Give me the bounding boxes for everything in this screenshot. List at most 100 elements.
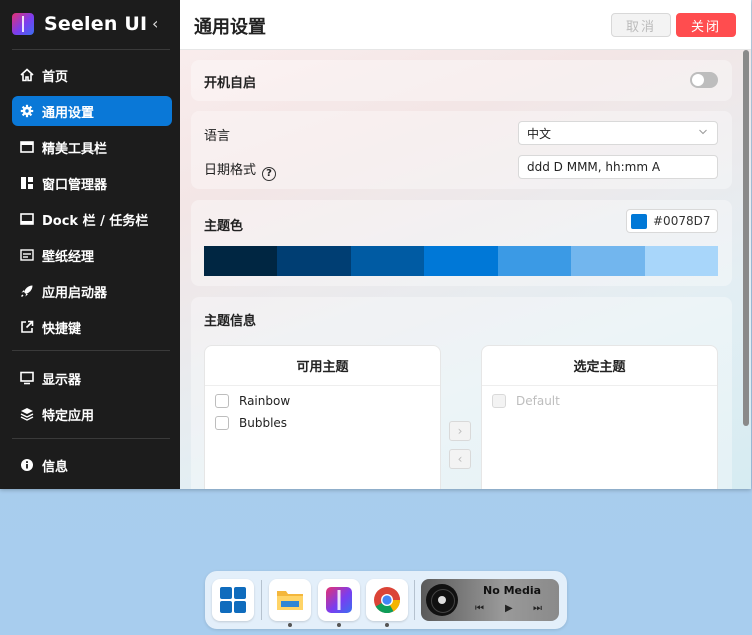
info-icon bbox=[20, 458, 34, 472]
rocket-icon bbox=[20, 284, 34, 298]
previous-track-button[interactable]: ⏮ bbox=[475, 603, 484, 614]
sidebar-item-info[interactable]: 信息 bbox=[12, 450, 172, 480]
dock-icon bbox=[20, 212, 34, 226]
language-label: 语言 bbox=[204, 129, 231, 144]
file-explorer-icon[interactable] bbox=[269, 579, 311, 627]
sidebar-item-home[interactable]: 首页 bbox=[12, 60, 172, 90]
seelen-ui-icon[interactable] bbox=[318, 579, 360, 627]
date-format-value: ddd D MMM, hh:mm A bbox=[527, 160, 661, 174]
chrome-icon[interactable] bbox=[366, 579, 408, 627]
language-select[interactable]: 中文 bbox=[518, 121, 718, 145]
theme-name: Bubbles bbox=[239, 416, 288, 430]
app-name: Seelen UI bbox=[44, 13, 148, 35]
palette-shade bbox=[644, 246, 718, 276]
media-title: No Media bbox=[483, 584, 542, 597]
dock: No Media ⏮ ▶ ⏭ bbox=[205, 571, 567, 629]
checkbox[interactable] bbox=[215, 394, 229, 408]
theme-list-item: Default bbox=[492, 392, 560, 410]
main-content: 通用设置 取消 关闭 开机自启 语言 中文 日期格式? ddd D MMM, h… bbox=[180, 0, 751, 489]
sidebar-item-label: 首页 bbox=[42, 69, 69, 85]
running-indicator bbox=[288, 623, 292, 627]
dock-separator bbox=[261, 580, 262, 620]
palette-shade bbox=[350, 246, 425, 276]
sidebar-divider bbox=[12, 438, 170, 439]
brand: Seelen UI bbox=[12, 12, 147, 36]
sidebar-item-general-settings[interactable]: 通用设置 bbox=[12, 96, 172, 126]
sidebar-item-label: 精美工具栏 bbox=[42, 141, 108, 157]
sidebar-item-app-launcher[interactable]: 应用启动器 bbox=[12, 276, 172, 306]
theme-color-picker[interactable]: #0078D7 bbox=[626, 209, 718, 233]
selected-themes-title: 选定主题 bbox=[482, 346, 717, 386]
date-format-input[interactable]: ddd D MMM, hh:mm A bbox=[518, 155, 718, 179]
autostart-toggle[interactable] bbox=[690, 72, 718, 88]
start-menu-icon[interactable] bbox=[212, 579, 254, 621]
theme-list-item[interactable]: Bubbles bbox=[215, 414, 287, 432]
sidebar-divider bbox=[12, 49, 170, 50]
sidebar-item-toolbar[interactable]: 精美工具栏 bbox=[12, 132, 172, 162]
language-value: 中文 bbox=[527, 126, 552, 141]
available-themes-title: 可用主题 bbox=[205, 346, 440, 386]
scrollbar-thumb[interactable] bbox=[743, 50, 749, 426]
sidebar-item-label: 窗口管理器 bbox=[42, 177, 108, 193]
media-player-widget[interactable]: No Media ⏮ ▶ ⏭ bbox=[421, 579, 559, 621]
theme-color-label: 主题色 bbox=[204, 219, 244, 234]
sidebar-item-label: 通用设置 bbox=[42, 105, 95, 121]
date-format-label: 日期格式? bbox=[204, 159, 277, 181]
palette-shade bbox=[277, 246, 351, 276]
move-left-button[interactable]: ‹ bbox=[449, 449, 471, 469]
sidebar-item-label: 信息 bbox=[42, 459, 69, 475]
scrollbar[interactable] bbox=[741, 50, 750, 489]
theme-color-card: 主题色 #0078D7 bbox=[191, 200, 732, 286]
window-manager-icon bbox=[20, 176, 34, 190]
theme-name: Default bbox=[516, 394, 560, 408]
vinyl-icon bbox=[426, 584, 458, 616]
header-bar: 通用设置 取消 关闭 bbox=[180, 0, 751, 50]
sidebar-item-shortcuts[interactable]: 快捷键 bbox=[12, 312, 172, 342]
sidebar-item-label: Dock 栏 / 任务栏 bbox=[42, 213, 149, 229]
selected-themes-panel: 选定主题 Default bbox=[481, 345, 718, 489]
checkbox[interactable] bbox=[215, 416, 229, 430]
monitor-icon bbox=[20, 371, 34, 385]
palette-shade bbox=[571, 246, 645, 276]
theme-info-label: 主题信息 bbox=[204, 314, 257, 329]
sidebar-item-label: 显示器 bbox=[42, 372, 82, 388]
locale-card: 语言 中文 日期格式? ddd D MMM, hh:mm A bbox=[191, 111, 732, 189]
autostart-card: 开机自启 bbox=[191, 60, 732, 101]
collapse-sidebar-button[interactable]: ‹ bbox=[152, 14, 158, 33]
sidebar-item-label: 壁纸经理 bbox=[42, 249, 95, 265]
theme-name: Rainbow bbox=[239, 394, 291, 408]
sidebar: Seelen UI ‹ 首页 通用设置 精美工具栏 窗口管理器 Dock 栏 /… bbox=[0, 0, 180, 489]
checkbox bbox=[492, 394, 506, 408]
palette-shade bbox=[497, 246, 572, 276]
theme-info-card: 主题信息 可用主题 Rainbow Bubbles › ‹ 选定主题 Defau… bbox=[191, 297, 732, 489]
sidebar-item-window-manager[interactable]: 窗口管理器 bbox=[12, 168, 172, 198]
sidebar-divider bbox=[12, 350, 170, 351]
home-icon bbox=[20, 68, 34, 82]
theme-list-item[interactable]: Rainbow bbox=[215, 392, 290, 410]
date-format-label-text: 日期格式 bbox=[204, 163, 257, 178]
sidebar-item-label: 快捷键 bbox=[42, 321, 82, 337]
available-themes-panel: 可用主题 Rainbow Bubbles bbox=[204, 345, 441, 489]
wallpaper-icon bbox=[20, 248, 34, 262]
shortcut-icon bbox=[20, 320, 34, 334]
toolbar-icon bbox=[20, 140, 34, 154]
sidebar-item-wallpaper[interactable]: 壁纸经理 bbox=[12, 240, 172, 270]
sidebar-item-specific-apps[interactable]: 特定应用 bbox=[12, 399, 172, 429]
help-icon[interactable]: ? bbox=[262, 166, 277, 181]
running-indicator bbox=[385, 623, 389, 627]
sidebar-item-dock[interactable]: Dock 栏 / 任务栏 bbox=[12, 204, 172, 234]
sidebar-item-label: 应用启动器 bbox=[42, 285, 108, 301]
theme-color-value: #0078D7 bbox=[653, 214, 711, 228]
running-indicator bbox=[337, 623, 341, 627]
chevron-down-icon bbox=[699, 129, 707, 135]
sidebar-item-monitors[interactable]: 显示器 bbox=[12, 363, 172, 393]
close-button[interactable]: 关闭 bbox=[676, 13, 736, 37]
palette-shade bbox=[204, 246, 278, 276]
cancel-button[interactable]: 取消 bbox=[611, 13, 671, 37]
palette-shade bbox=[424, 246, 498, 276]
move-right-button[interactable]: › bbox=[449, 421, 471, 441]
play-button[interactable]: ▶ bbox=[505, 603, 513, 614]
next-track-button[interactable]: ⏭ bbox=[533, 603, 542, 614]
autostart-label: 开机自启 bbox=[204, 76, 257, 91]
layers-icon bbox=[20, 407, 34, 421]
